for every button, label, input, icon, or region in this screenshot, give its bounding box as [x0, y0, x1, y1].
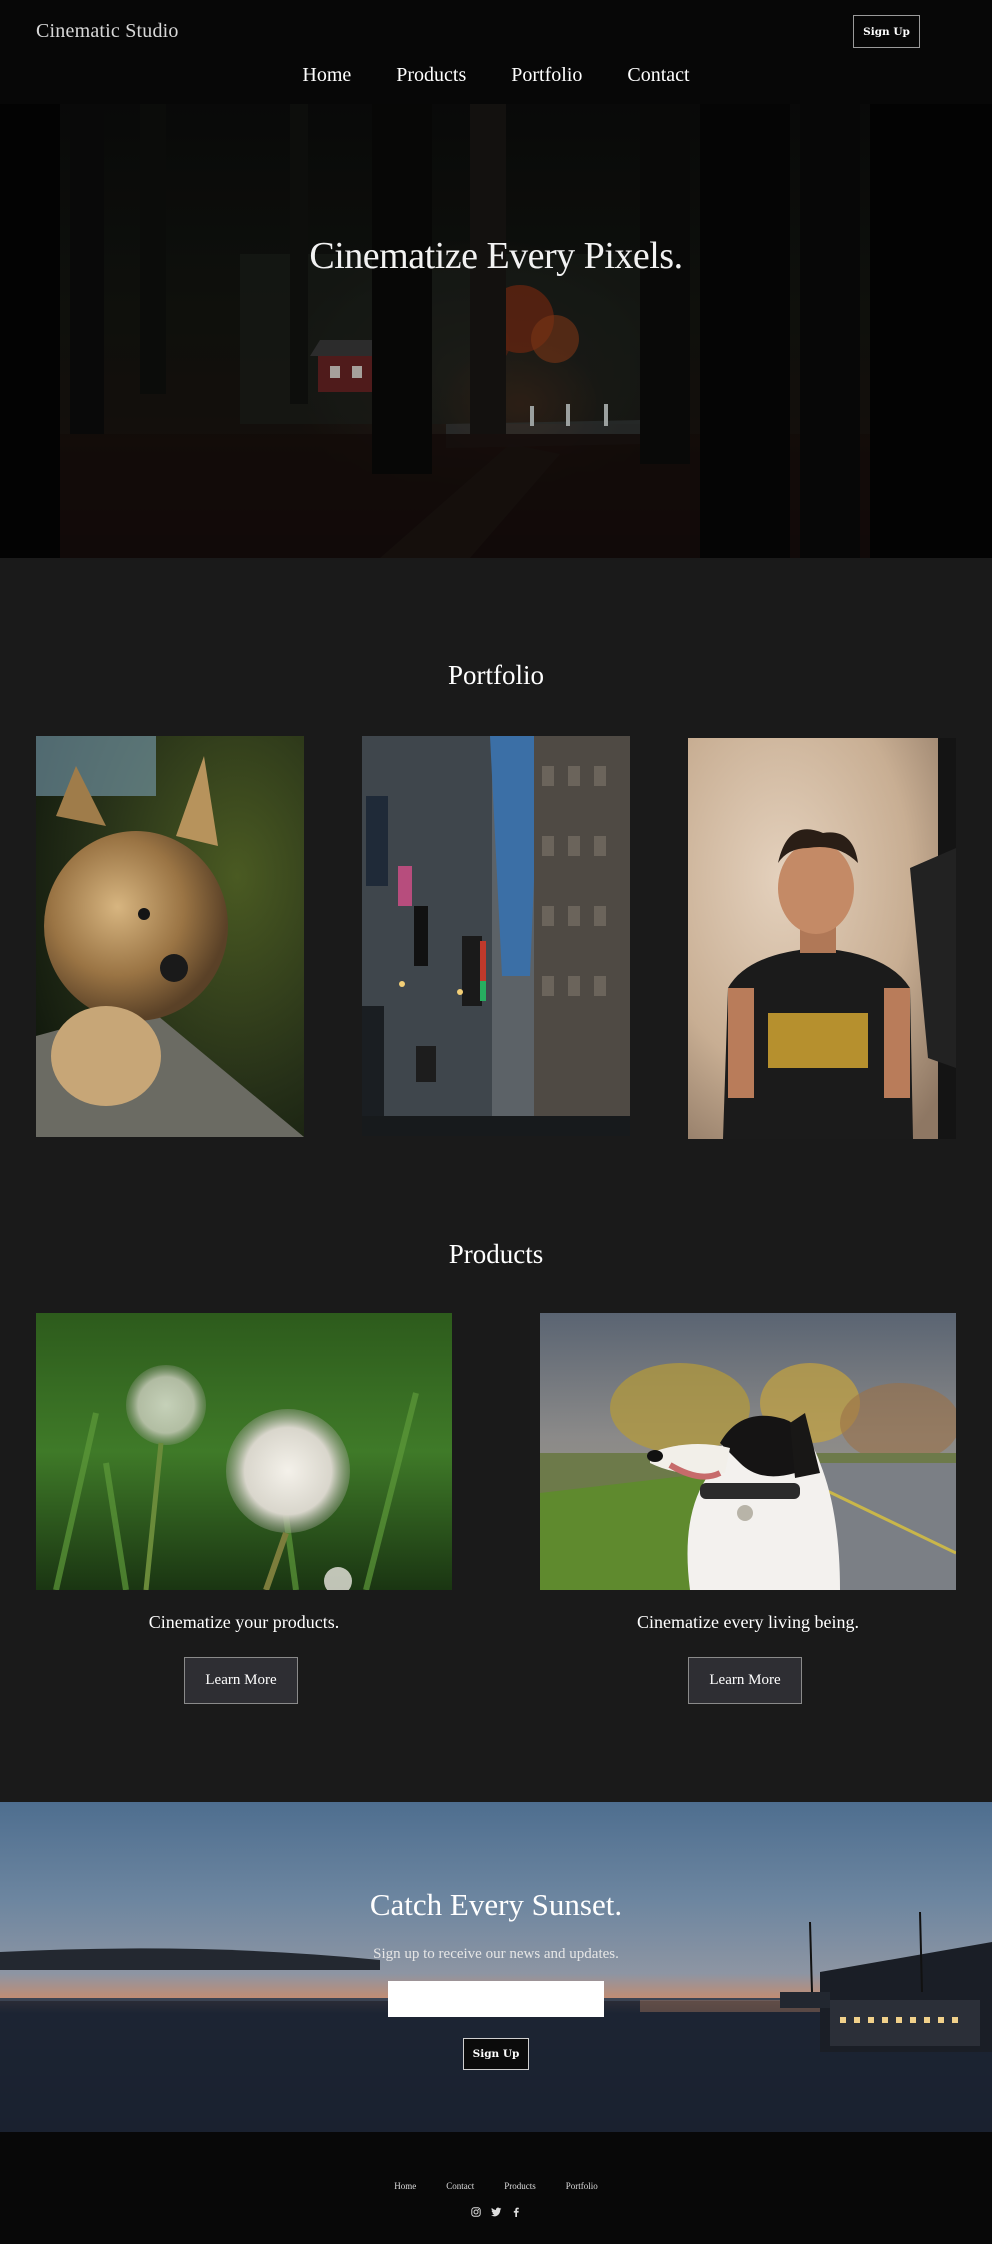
footer-nav: Home Contact Products Portfolio — [0, 2181, 992, 2191]
nav-contact[interactable]: Contact — [627, 64, 689, 98]
man-portrait-photo — [688, 738, 956, 1139]
portfolio-title: Portfolio — [447, 660, 544, 690]
nav-portfolio[interactable]: Portfolio — [511, 64, 582, 98]
product-image-dandelion[interactable] — [36, 1313, 452, 1590]
footer-link-products[interactable]: Products — [504, 2181, 536, 2191]
learn-more-button-2[interactable]: Learn More — [688, 1657, 802, 1704]
product-caption-2: Cinematize every living being. — [637, 1612, 859, 1632]
twitter-icon[interactable] — [490, 2206, 502, 2217]
footer-link-contact[interactable]: Contact — [446, 2181, 474, 2191]
newsletter-title: Catch Every Sunset. — [369, 1887, 623, 1922]
portfolio-image-building[interactable] — [362, 736, 630, 1136]
city-building-alley-photo — [362, 736, 630, 1136]
nav-products[interactable]: Products — [396, 64, 466, 98]
newsletter-subtitle: Sign up to receive our news and updates. — [373, 1946, 619, 1962]
yorkshire-terrier-photo — [36, 736, 304, 1137]
hero-forest-image — [0, 104, 992, 558]
dog-portrait-photo — [540, 1313, 956, 1590]
site-footer: Home Contact Products Portfolio — [0, 2132, 992, 2244]
portfolio-image-dog[interactable] — [36, 736, 304, 1137]
product-caption-1: Cinematize your products. — [148, 1612, 340, 1632]
product-image-dog[interactable] — [540, 1313, 956, 1590]
newsletter-signup-button[interactable]: Sign Up — [463, 2038, 529, 2070]
sunset-harbor-image — [0, 1911, 992, 2132]
newsletter-email-input[interactable] — [388, 1981, 604, 2017]
site-header: Cinematic Studio Sign Up Home Products P… — [0, 0, 992, 104]
header-signup-button[interactable]: Sign Up — [853, 15, 920, 48]
facebook-icon[interactable] — [511, 2206, 522, 2217]
newsletter-section: Catch Every Sunset. Sign up to receive o… — [0, 1802, 992, 2132]
products-title: Products — [448, 1239, 544, 1269]
footer-link-home[interactable]: Home — [394, 2181, 416, 2191]
portfolio-image-portrait[interactable] — [688, 738, 956, 1139]
social-icons — [0, 2206, 992, 2217]
hero-title: Cinematize Every Pixels. — [309, 235, 683, 277]
nav-home[interactable]: Home — [302, 64, 351, 98]
brand-logo[interactable]: Cinematic Studio — [36, 20, 179, 43]
footer-link-portfolio[interactable]: Portfolio — [566, 2181, 598, 2191]
dandelion-photo — [36, 1313, 452, 1590]
instagram-icon[interactable] — [471, 2206, 482, 2217]
hero-banner: Cinematize Every Pixels. — [0, 104, 992, 558]
main-nav: Home Products Portfolio Contact — [0, 64, 992, 98]
learn-more-button-1[interactable]: Learn More — [184, 1657, 298, 1704]
